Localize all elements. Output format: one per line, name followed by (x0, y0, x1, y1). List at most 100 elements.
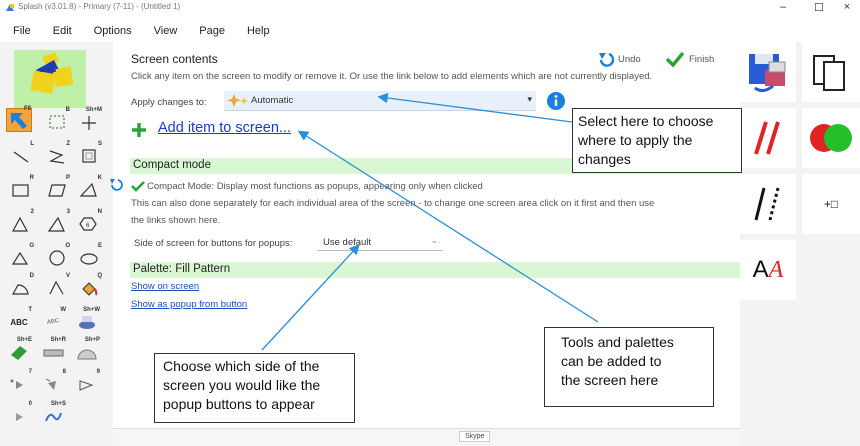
line-tool[interactable]: L (8, 141, 34, 168)
transform-7-tool[interactable]: 7 (6, 369, 32, 396)
side-of-screen-label: Side of screen for buttons for popups: (134, 238, 293, 249)
tool-key: T (28, 307, 32, 313)
triangle-2-tool[interactable]: 2 (8, 209, 34, 236)
tool-key: O (65, 243, 70, 249)
info-icon[interactable] (546, 91, 566, 111)
protractor-icon (77, 349, 97, 360)
tool-key: Sh+M (85, 107, 102, 113)
tool-key: E (97, 243, 102, 249)
parallelogram-tool[interactable]: P (44, 175, 70, 202)
callout-line: Select here to choose (578, 113, 714, 129)
curved-text-tool[interactable]: ABC W (40, 307, 66, 334)
tool-key: 8 (62, 369, 66, 375)
fill-tool[interactable]: Q (76, 273, 102, 300)
tool-key: Sh+E (16, 337, 32, 343)
parallel-lines-icon (754, 121, 780, 155)
pythagoras-icon (30, 51, 74, 94)
ruler-tool[interactable]: Sh+R (40, 337, 66, 364)
close-button[interactable]: × (834, 1, 860, 13)
arrow-icon (11, 113, 27, 129)
menu-bar: File Edit Options View Page Help (0, 22, 300, 42)
side-of-screen-select[interactable]: Use default ⌄ (317, 234, 443, 251)
circle-tool[interactable]: O (44, 243, 70, 270)
maximize-button[interactable]: ☐ (806, 1, 832, 14)
callout-line: screen you would like the (163, 377, 321, 393)
triangle-3-tool[interactable]: 3 (44, 209, 70, 236)
menu-options[interactable]: Options (81, 22, 141, 42)
tool-key: 2 (30, 209, 34, 215)
apply-changes-select[interactable]: Automatic ▾ (224, 91, 536, 111)
minimize-button[interactable]: – (770, 1, 796, 13)
tool-key: Sh+S (50, 401, 66, 407)
show-on-screen-link[interactable]: Show on screen (131, 281, 199, 292)
callout-line: where to apply the (578, 132, 693, 148)
save-tool[interactable] (740, 42, 796, 102)
menu-help[interactable]: Help (234, 22, 279, 42)
sector-icon (11, 284, 29, 295)
side-of-screen-value: Use default (323, 237, 372, 248)
venn-tool[interactable] (802, 108, 860, 168)
menu-page[interactable]: Page (186, 22, 234, 42)
tool-key: W (60, 307, 66, 313)
text-tool[interactable]: ABC T (6, 307, 32, 334)
skype-taskbar-label[interactable]: Skype (459, 431, 491, 442)
add-plus-icon[interactable] (128, 120, 150, 140)
arc-tool[interactable]: G (8, 243, 34, 270)
finish-button[interactable]: Finish (665, 48, 735, 70)
dashed-lines-icon (754, 187, 780, 221)
menu-edit[interactable]: Edit (40, 22, 81, 42)
box-select-tool[interactable]: B (44, 107, 70, 134)
rectangle-icon (12, 184, 29, 197)
apply-changes-label: Apply changes to: (131, 97, 207, 108)
ellipse-tool[interactable]: E (76, 243, 102, 270)
tool-key: F9 (23, 106, 31, 112)
font-icon-italic: A (768, 256, 784, 283)
undo-small-icon[interactable] (109, 178, 123, 192)
font-tool[interactable]: A A (740, 240, 796, 300)
pythagoras-logo[interactable] (14, 50, 86, 108)
parallel-lines-tool[interactable] (740, 108, 796, 168)
add-item-link[interactable]: Add item to screen... (158, 120, 291, 136)
point-tool[interactable]: Sh+M (76, 107, 102, 134)
rotate-icon (45, 378, 56, 390)
add-box-tool[interactable]: +□ (802, 174, 860, 234)
text-stamp-tool[interactable]: Sh+W (74, 307, 100, 334)
bottom-strip (113, 428, 740, 446)
tool-key: 9 (96, 369, 100, 375)
title-bar: Splash (v3.01.8) - Primary (7-11) - (Unt… (0, 0, 860, 22)
menu-file[interactable]: File (0, 22, 40, 42)
symmetry-icon (45, 412, 62, 422)
tool-key: V (65, 273, 70, 279)
vertex-tool[interactable]: V (44, 273, 70, 300)
side-callout: Choose which side of the screen you woul… (154, 353, 355, 423)
tool-key: Sh+W (83, 307, 100, 313)
pages-tool[interactable] (802, 42, 860, 102)
angle-tool[interactable]: Z (44, 141, 70, 168)
kite-tool[interactable]: K (76, 175, 102, 202)
right-tool-panel: +□ A A (740, 42, 860, 446)
line-style-tool[interactable] (740, 174, 796, 234)
rectangle-tool[interactable]: R (8, 175, 34, 202)
symmetry-tool[interactable]: Sh+S (40, 401, 66, 428)
transform-8-tool[interactable]: 8 (40, 369, 66, 396)
circle-icon (49, 250, 65, 266)
undo-label: Undo (618, 53, 641, 65)
select-arrow-tool[interactable]: F9 (6, 106, 32, 132)
reflect-icon (10, 379, 23, 389)
transform-9-tool[interactable]: 9 (74, 369, 100, 396)
show-as-popup-link[interactable]: Show as popup from button (131, 299, 247, 310)
venn-circles-icon (810, 124, 852, 152)
undo-icon (599, 52, 615, 67)
square-tool[interactable]: S (76, 141, 102, 168)
compact-mode-description-2: the links shown here. (131, 215, 221, 226)
undo-button[interactable]: Undo (597, 48, 655, 70)
sector-tool[interactable]: D (8, 273, 34, 300)
transform-0-tool[interactable]: 0 (6, 401, 32, 428)
callout-line: can be added to (561, 353, 662, 369)
menu-view[interactable]: View (141, 22, 187, 42)
eraser-tool[interactable]: Sh+E (6, 337, 32, 364)
tool-key: K (97, 175, 102, 181)
protractor-tool[interactable]: Sh+P (74, 337, 100, 364)
polygon-n-tool[interactable]: 6 N (76, 209, 102, 236)
triangle-icon (47, 216, 65, 232)
